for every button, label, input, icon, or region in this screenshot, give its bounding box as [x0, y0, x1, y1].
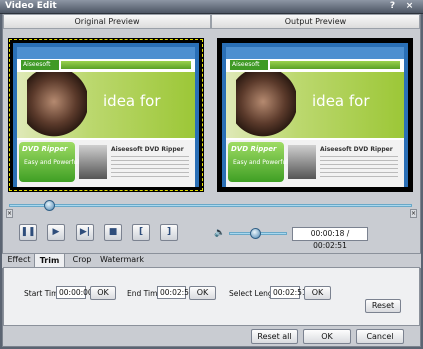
start-time-field[interactable]: 00:00:00 — [56, 286, 93, 299]
tab-watermark[interactable]: Watermark — [99, 253, 145, 268]
banner-person — [27, 72, 87, 138]
product-box-image — [79, 145, 107, 179]
preview-website: Aiseesoft idea for DVD Ripper Easy and P… — [226, 47, 404, 187]
start-time-ok-button[interactable]: OK — [90, 286, 116, 300]
mark-out-button[interactable]: ] — [160, 224, 178, 241]
product-box-image — [288, 145, 316, 179]
help-button[interactable]: ? — [387, 1, 398, 12]
product-title: Aiseesoft DVD Ripper — [320, 146, 393, 153]
mark-in-button[interactable]: [ — [132, 224, 150, 241]
close-button[interactable]: × — [404, 1, 415, 12]
title-bar — [0, 0, 423, 14]
dvd-banner-title: DVD Ripper — [231, 145, 277, 153]
original-preview[interactable]: Aiseesoft idea for DVD Ripper Easy and P… — [8, 38, 204, 192]
banner-person — [236, 72, 296, 138]
reset-button[interactable]: Reset — [365, 299, 401, 313]
product-description — [111, 156, 189, 178]
cancel-button[interactable]: Cancel — [356, 329, 404, 344]
end-time-field[interactable]: 00:02:51 — [157, 286, 194, 299]
preview-website: Aiseesoft idea for DVD Ripper Easy and P… — [17, 47, 195, 187]
volume-knob[interactable] — [249, 228, 261, 239]
banner-text: idea for — [312, 92, 370, 110]
original-preview-header: Original Preview — [3, 14, 211, 29]
product-title: Aiseesoft DVD Ripper — [111, 146, 184, 153]
seek-knob[interactable] — [43, 200, 55, 211]
output-preview: Aiseesoft idea for DVD Ripper Easy and P… — [217, 38, 413, 192]
site-nav — [270, 61, 400, 69]
play-button[interactable]: ▶ — [47, 224, 65, 241]
end-time-ok-button[interactable]: OK — [189, 286, 216, 300]
pause-button[interactable]: ❚❚ — [19, 224, 37, 241]
time-display: 00:00:18 / 00:02:51 — [292, 227, 368, 250]
output-preview-header: Output Preview — [211, 14, 420, 29]
trim-end-marker[interactable]: × — [410, 209, 417, 218]
site-logo: Aiseesoft — [230, 60, 268, 70]
tab-crop[interactable]: Crop — [68, 253, 96, 268]
site-nav — [61, 61, 191, 69]
stop-button[interactable]: ■ — [104, 224, 122, 241]
seek-bar[interactable] — [9, 204, 412, 207]
dvd-banner-sub: Easy and Powerful — [233, 159, 288, 166]
site-logo: Aiseesoft — [21, 60, 59, 70]
site-header — [226, 47, 404, 59]
select-length-field[interactable]: 00:02:51 — [270, 286, 307, 299]
dvd-banner-sub: Easy and Powerful — [24, 159, 79, 166]
ok-button[interactable]: OK — [303, 329, 351, 344]
tab-trim[interactable]: Trim — [34, 253, 65, 268]
select-length-ok-button[interactable]: OK — [304, 286, 331, 300]
site-header — [17, 47, 195, 59]
trim-start-marker[interactable]: × — [6, 209, 13, 218]
banner-text: idea for — [103, 92, 161, 110]
speaker-icon[interactable]: 🔈 — [214, 228, 225, 238]
dvd-banner-title: DVD Ripper — [22, 145, 68, 153]
tab-effect[interactable]: Effect — [5, 253, 33, 268]
step-forward-button[interactable]: ▶| — [76, 224, 94, 241]
product-description — [320, 156, 398, 178]
window-title: Video Edit — [5, 1, 57, 11]
reset-all-button[interactable]: Reset all — [251, 329, 298, 344]
